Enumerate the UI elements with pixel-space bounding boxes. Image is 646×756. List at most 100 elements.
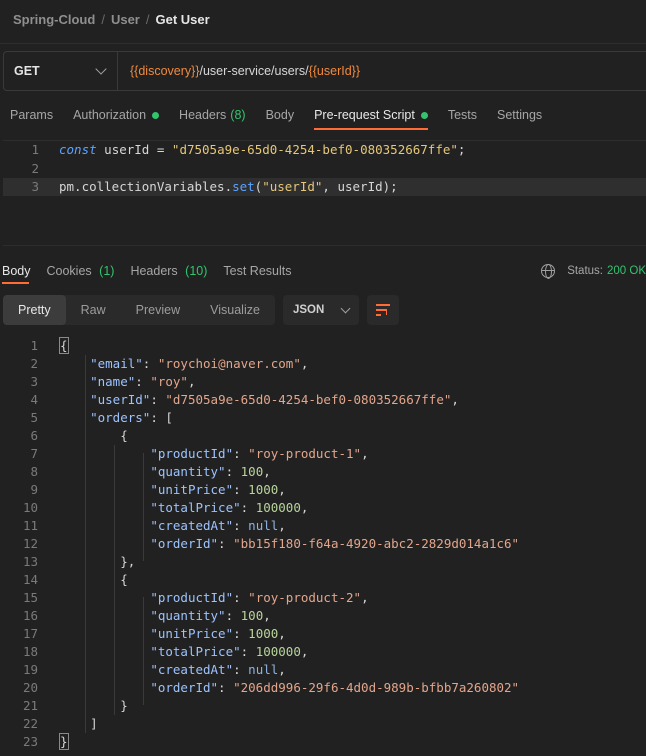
line-number: 21 [22, 698, 38, 713]
breadcrumb: Spring-Cloud / User / Get User [0, 0, 646, 38]
request-tabs: Params Authorization Headers (8) Body Pre… [0, 100, 646, 130]
code-text: } [120, 698, 128, 713]
status-label: Status: [567, 265, 603, 277]
tab-body[interactable]: Body [256, 100, 305, 130]
tab-tests[interactable]: Tests [438, 100, 487, 130]
line-number: 13 [22, 554, 38, 569]
tab-pre-request-script[interactable]: Pre-request Script [304, 100, 438, 130]
chevron-down-icon [340, 303, 351, 313]
url-input[interactable]: {{discovery}}/user-service/users/{{userI… [118, 52, 646, 90]
globe-icon[interactable] [541, 264, 556, 279]
line-number: 23 [22, 734, 38, 749]
line-number: 7 [30, 446, 38, 461]
tab-label: Test Results [223, 264, 292, 278]
code-text: "productId": "roy-product-2", [150, 590, 369, 605]
line-number: 4 [30, 392, 38, 407]
wrap-lines-icon[interactable] [366, 295, 399, 325]
view-raw-button[interactable]: Raw [66, 295, 121, 325]
tab-authorization[interactable]: Authorization [63, 100, 169, 130]
tab-test-results[interactable]: Test Results [221, 258, 291, 284]
code-text: "createdAt": null, [150, 662, 286, 677]
script-editor[interactable]: 1 const userId = "d7505a9e-65d0-4254-bef0… [3, 140, 646, 246]
line-number: 19 [22, 662, 38, 677]
code-text: "createdAt": null, [150, 518, 286, 533]
code-text: "orderId": "bb15f180-f64a-4920-abc2-2829… [150, 536, 520, 551]
method-label: GET [14, 64, 40, 78]
line-number: 1 [31, 142, 39, 157]
line-number: 22 [22, 716, 38, 731]
tab-response-headers[interactable]: Headers (10) [128, 258, 207, 284]
status-code[interactable]: 200 OK [607, 265, 646, 277]
tab-count: (10) [185, 264, 208, 278]
code-text: { [59, 337, 69, 354]
tab-label: Settings [497, 108, 543, 122]
header-divider [0, 43, 646, 44]
url-variable-discovery: {{discovery}} [130, 64, 200, 78]
response-toolbar: Pretty Raw Preview Visualize JSON [3, 295, 399, 325]
code-text: "name": "roy", [90, 374, 196, 389]
line-number: 10 [22, 500, 38, 515]
code-text: pm.collectionVariables.set("userId", use… [59, 179, 398, 194]
code-text: "totalPrice": 100000, [150, 644, 309, 659]
view-visualize-button[interactable]: Visualize [195, 295, 275, 325]
format-label: JSON [292, 304, 325, 316]
response-line: 5 "orders": [ [0, 409, 646, 427]
line-number: 20 [22, 680, 38, 695]
line-number: 18 [22, 644, 38, 659]
response-body-viewer[interactable]: 1 {2 "email": "roychoi@naver.com", 3 "name… [0, 337, 646, 756]
code-text: "userId": "d7505a9e-65d0-4254-bef0-08035… [90, 392, 459, 407]
method-select[interactable]: GET [4, 52, 118, 90]
tab-settings[interactable]: Settings [487, 100, 552, 130]
code-text: "orders": [ [90, 410, 173, 425]
code-text: } [59, 733, 69, 750]
response-line: 22 ] [0, 715, 646, 733]
url-variable-userid: {{userId}} [308, 64, 361, 78]
tab-label: Tests [447, 108, 477, 122]
response-line: 12 "orderId": "bb15f180-f64a-4920-abc2-2… [0, 535, 646, 553]
response-line: 20 "orderId": "206dd996-29f6-4d0d-989b-b… [0, 679, 646, 697]
response-line: 17 "unitPrice": 1000, [0, 625, 646, 643]
line-number: 2 [31, 160, 39, 176]
tab-label: Cookies [46, 264, 92, 278]
tab-label: Headers [179, 108, 227, 122]
line-number: 6 [30, 428, 38, 443]
response-line: 15 "productId": "roy-product-2", [0, 589, 646, 607]
format-select[interactable]: JSON [282, 295, 359, 325]
response-line: 16 "quantity": 100, [0, 607, 646, 625]
script-line[interactable]: 1 const userId = "d7505a9e-65d0-4254-bef0… [3, 141, 646, 159]
script-line[interactable]: 2 [3, 160, 646, 178]
status-dot-icon [420, 111, 428, 119]
tab-label: Body [265, 108, 295, 122]
code-text: "orderId": "206dd996-29f6-4d0d-989b-bfbb… [150, 680, 520, 695]
response-line: 7 "productId": "roy-product-1", [0, 445, 646, 463]
line-number: 3 [31, 179, 39, 194]
line-number: 5 [30, 410, 38, 425]
line-number: 12 [22, 536, 38, 551]
code-text: "unitPrice": 1000, [150, 626, 286, 641]
view-preview-button[interactable]: Preview [121, 295, 195, 325]
tab-headers[interactable]: Headers (8) [169, 100, 256, 130]
breadcrumb-item-collection[interactable]: Spring-Cloud [13, 12, 95, 27]
response-line: 4 "userId": "d7505a9e-65d0-4254-bef0-080… [0, 391, 646, 409]
chevron-down-icon [95, 63, 107, 75]
response-line: 21 } [0, 697, 646, 715]
line-number: 8 [30, 464, 38, 479]
code-text: }, [120, 554, 136, 569]
breadcrumb-separator: / [101, 11, 105, 27]
view-pretty-button[interactable]: Pretty [3, 295, 66, 325]
line-number: 1 [30, 338, 38, 353]
breadcrumb-item-folder[interactable]: User [111, 12, 140, 27]
response-line: 9 "unitPrice": 1000, [0, 481, 646, 499]
line-number: 15 [22, 590, 38, 605]
status-dot-icon [152, 111, 160, 119]
tab-params[interactable]: Params [0, 100, 63, 130]
response-line: 3 "name": "roy", [0, 373, 646, 391]
script-line[interactable]: 3 pm.collectionVariables.set("userId", us… [3, 178, 646, 196]
line-number: 17 [22, 626, 38, 641]
response-line: 8 "quantity": 100, [0, 463, 646, 481]
tab-response-body[interactable]: Body [0, 258, 31, 284]
line-number: 2 [30, 356, 38, 371]
tab-cookies[interactable]: Cookies (1) [45, 258, 115, 284]
request-name[interactable]: Get User [156, 12, 210, 27]
response-line: 2 "email": "roychoi@naver.com", [0, 355, 646, 373]
